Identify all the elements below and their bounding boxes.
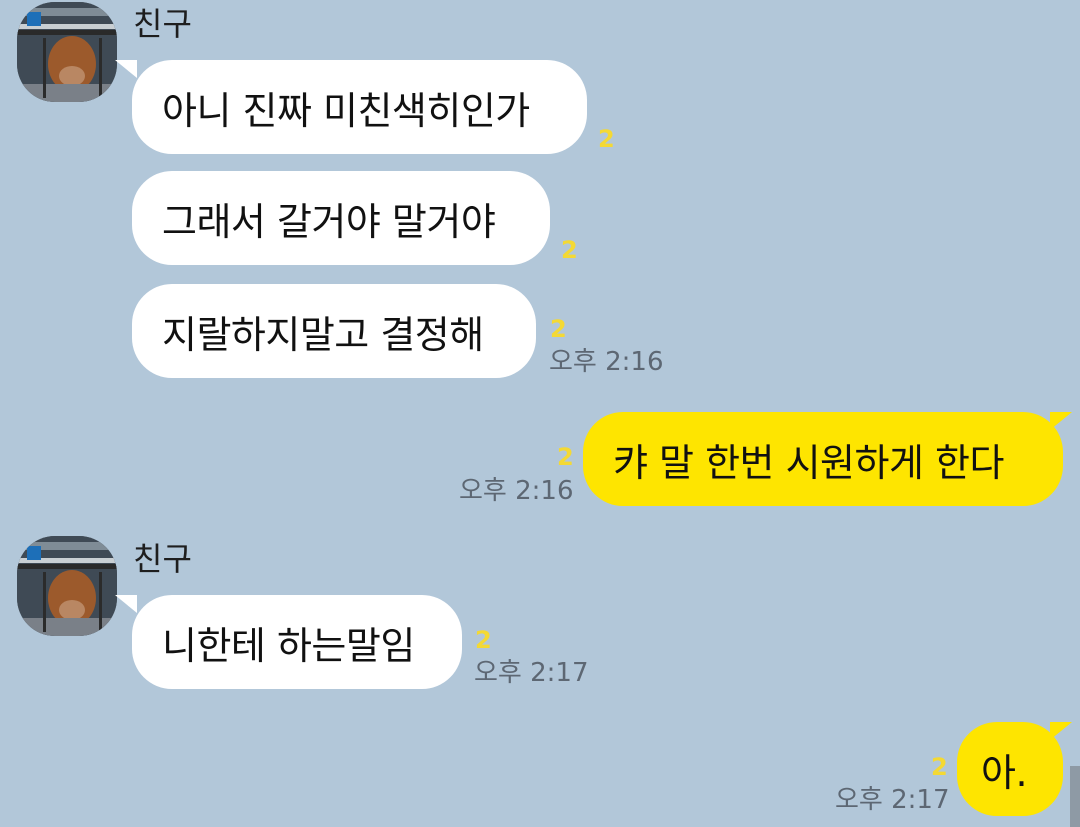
- message-time: 오후 2:17: [474, 658, 589, 688]
- cow-photo: [17, 536, 117, 636]
- unread-count: 2: [550, 315, 567, 343]
- profile-avatar[interactable]: [17, 2, 117, 102]
- scrollbar[interactable]: [1070, 766, 1080, 827]
- message-bubble-incoming[interactable]: 지랄하지말고 결정해: [132, 284, 536, 378]
- message-bubble-incoming[interactable]: 아니 진짜 미친색히인가: [132, 60, 587, 154]
- message-time: 오후 2:17: [835, 785, 950, 815]
- bubble-tail: [115, 60, 137, 78]
- message-time: 오후 2:16: [459, 476, 574, 506]
- profile-avatar[interactable]: [17, 536, 117, 636]
- sender-name: 친구: [133, 540, 192, 578]
- bubble-tail: [1050, 722, 1072, 740]
- message-time: 오후 2:16: [549, 347, 664, 377]
- chat-room: 친구 아니 진짜 미친색히인가 2 그래서 갈거야 말거야 2 지랄하지말고 결…: [0, 0, 1080, 827]
- unread-count: 2: [557, 443, 574, 471]
- sender-name: 친구: [133, 5, 192, 43]
- message-bubble-outgoing[interactable]: 캬 말 한번 시원하게 한다: [583, 412, 1063, 506]
- message-bubble-incoming[interactable]: 그래서 갈거야 말거야: [132, 171, 550, 265]
- message-bubble-incoming[interactable]: 니한테 하는말임: [132, 595, 462, 689]
- unread-count: 2: [931, 753, 948, 781]
- unread-count: 2: [598, 125, 615, 153]
- unread-count: 2: [561, 236, 578, 264]
- bubble-tail: [1050, 412, 1072, 430]
- unread-count: 2: [475, 626, 492, 654]
- cow-photo: [17, 2, 117, 102]
- bubble-tail: [115, 595, 137, 613]
- message-bubble-outgoing[interactable]: 아.: [957, 722, 1063, 816]
